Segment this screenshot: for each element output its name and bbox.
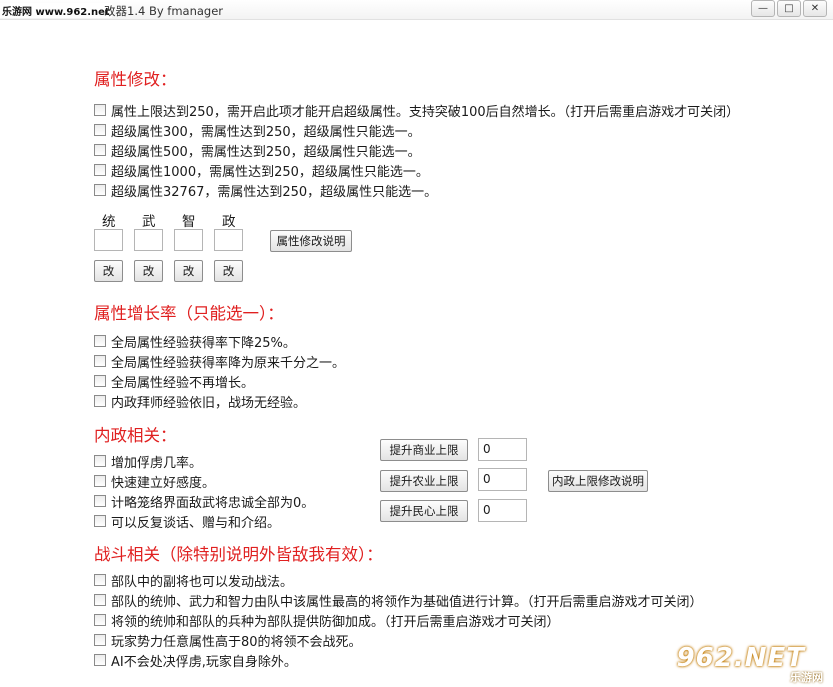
growth-option-label: 全局属性经验获得率降为原来千分之一。 — [111, 355, 346, 371]
attr-option-row[interactable]: 属性上限达到250，需开启此项才能开启超级属性。支持突破100后自然增长。（打开… — [94, 100, 739, 120]
battle-option-label: 将领的统帅和部队的兵种为部队提供防御加成。（打开后需重启游戏才可关闭） — [111, 614, 560, 630]
section-growth-rate: 属性增长率（只能选一）： — [94, 304, 284, 323]
checkbox[interactable] — [94, 375, 106, 387]
agriculture-limit-button[interactable]: 提升农业上限 — [380, 470, 468, 492]
morale-limit-button[interactable]: 提升民心上限 — [380, 500, 468, 522]
checkbox[interactable] — [94, 355, 106, 367]
checkbox[interactable] — [94, 495, 106, 507]
stat-label-politics: 政 — [222, 214, 236, 230]
stat-input-command[interactable] — [94, 229, 123, 251]
domestic-option-row[interactable]: 计略笼络界面敌武将忠诚全部为0。 — [94, 491, 314, 511]
checkbox[interactable] — [94, 184, 106, 196]
commerce-limit-input[interactable]: 0 — [478, 438, 527, 461]
site-badge: 乐游网 www.962.net — [0, 3, 112, 18]
minimize-icon: — — [758, 3, 768, 14]
attr-option-label: 超级属性300，需属性达到250，超级属性只能选一。 — [111, 124, 421, 140]
stat-input-intelligence[interactable] — [174, 229, 203, 251]
checkbox[interactable] — [94, 104, 106, 116]
attr-help-button[interactable]: 属性修改说明 — [270, 230, 352, 252]
checkbox[interactable] — [94, 654, 106, 666]
growth-option-row[interactable]: 全局属性经验获得率降为原来千分之一。 — [94, 351, 345, 371]
checkbox[interactable] — [94, 614, 106, 626]
growth-option-row[interactable]: 内政拜师经验依旧，战场无经验。 — [94, 391, 306, 411]
battle-option-row[interactable]: 玩家势力任意属性高于80的将领不会战死。 — [94, 630, 362, 650]
modify-war-button[interactable]: 改 — [134, 260, 163, 282]
domestic-option-row[interactable]: 可以反复谈话、赠与和介绍。 — [94, 511, 280, 531]
section-domestic: 内政相关： — [94, 426, 177, 445]
morale-limit-input[interactable]: 0 — [478, 499, 527, 522]
window-title: 改器1.4 By fmanager — [104, 4, 224, 18]
checkbox[interactable] — [94, 164, 106, 176]
domestic-option-label: 快速建立好感度。 — [111, 475, 216, 491]
domestic-option-label: 计略笼络界面敌武将忠诚全部为0。 — [111, 495, 315, 511]
domestic-help-button[interactable]: 内政上限修改说明 — [548, 470, 648, 492]
stat-label-command: 统 — [102, 214, 116, 230]
checkbox[interactable] — [94, 634, 106, 646]
watermark-subtitle: 乐游网 — [790, 671, 823, 684]
checkbox[interactable] — [94, 395, 106, 407]
battle-option-row[interactable]: 将领的统帅和部队的兵种为部队提供防御加成。（打开后需重启游戏才可关闭） — [94, 610, 560, 630]
close-icon: ✕ — [810, 3, 820, 14]
close-button[interactable]: ✕ — [803, 0, 827, 17]
attr-option-label: 属性上限达到250，需开启此项才能开启超级属性。支持突破100后自然增长。（打开… — [111, 104, 740, 120]
modify-command-button[interactable]: 改 — [94, 260, 123, 282]
section-battle: 战斗相关（除特别说明外皆敌我有效）： — [94, 545, 383, 564]
agriculture-limit-input[interactable]: 0 — [478, 468, 527, 491]
checkbox[interactable] — [94, 574, 106, 586]
checkbox[interactable] — [94, 144, 106, 156]
growth-option-label: 全局属性经验不再增长。 — [111, 375, 255, 391]
domestic-option-label: 增加俘虏几率。 — [111, 455, 203, 471]
domestic-option-row[interactable]: 快速建立好感度。 — [94, 471, 215, 491]
growth-option-label: 全局属性经验获得率下降25%。 — [111, 335, 296, 351]
minimize-button[interactable]: — — [751, 0, 775, 17]
checkbox[interactable] — [94, 455, 106, 467]
stat-input-politics[interactable] — [214, 229, 243, 251]
attr-option-row[interactable]: 超级属性500，需属性达到250，超级属性只能选一。 — [94, 140, 421, 160]
battle-option-label: 部队中的副将也可以发动战法。 — [111, 574, 294, 590]
battle-option-label: 部队的统帅、武力和智力由队中该属性最高的将领作为基础值进行计算。（打开后需重启游… — [111, 594, 703, 610]
battle-option-row[interactable]: 部队的统帅、武力和智力由队中该属性最高的将领作为基础值进行计算。（打开后需重启游… — [94, 590, 703, 610]
battle-option-row[interactable]: AI不会处决俘虏,玩家自身除外。 — [94, 650, 297, 670]
stat-input-war[interactable] — [134, 229, 163, 251]
checkbox[interactable] — [94, 475, 106, 487]
section-attr-modify: 属性修改： — [94, 70, 177, 89]
checkbox[interactable] — [94, 515, 106, 527]
checkbox[interactable] — [94, 594, 106, 606]
attr-option-row[interactable]: 超级属性300，需属性达到250，超级属性只能选一。 — [94, 120, 421, 140]
checkbox[interactable] — [94, 335, 106, 347]
attr-option-label: 超级属性32767，需属性达到250，超级属性只能选一。 — [111, 184, 438, 200]
maximize-button[interactable]: □ — [777, 0, 801, 17]
attr-option-label: 超级属性1000，需属性达到250，超级属性只能选一。 — [111, 164, 429, 180]
growth-option-label: 内政拜师经验依旧，战场无经验。 — [111, 395, 307, 411]
checkbox[interactable] — [94, 124, 106, 136]
battle-option-label: AI不会处决俘虏,玩家自身除外。 — [111, 654, 297, 670]
watermark-logo: 962.NET — [676, 643, 805, 673]
growth-option-row[interactable]: 全局属性经验不再增长。 — [94, 371, 254, 391]
stat-label-war: 武 — [142, 214, 156, 230]
attr-option-label: 超级属性500，需属性达到250，超级属性只能选一。 — [111, 144, 421, 160]
modify-politics-button[interactable]: 改 — [214, 260, 243, 282]
attr-option-row[interactable]: 超级属性1000，需属性达到250，超级属性只能选一。 — [94, 160, 429, 180]
growth-option-row[interactable]: 全局属性经验获得率下降25%。 — [94, 331, 296, 351]
battle-option-row[interactable]: 部队中的副将也可以发动战法。 — [94, 570, 293, 590]
attr-option-row[interactable]: 超级属性32767，需属性达到250，超级属性只能选一。 — [94, 180, 437, 200]
site-watermark: 962.NET 乐游网 — [677, 641, 833, 687]
modify-intelligence-button[interactable]: 改 — [174, 260, 203, 282]
maximize-icon: □ — [784, 3, 794, 14]
commerce-limit-button[interactable]: 提升商业上限 — [380, 439, 468, 461]
domestic-option-label: 可以反复谈话、赠与和介绍。 — [111, 515, 281, 531]
window-titlebar: 乐游网 www.962.net 改器1.4 By fmanager — □ ✕ — [0, 0, 833, 20]
stat-label-intelligence: 智 — [182, 214, 196, 230]
battle-option-label: 玩家势力任意属性高于80的将领不会战死。 — [111, 634, 362, 650]
domestic-option-row[interactable]: 增加俘虏几率。 — [94, 451, 202, 471]
